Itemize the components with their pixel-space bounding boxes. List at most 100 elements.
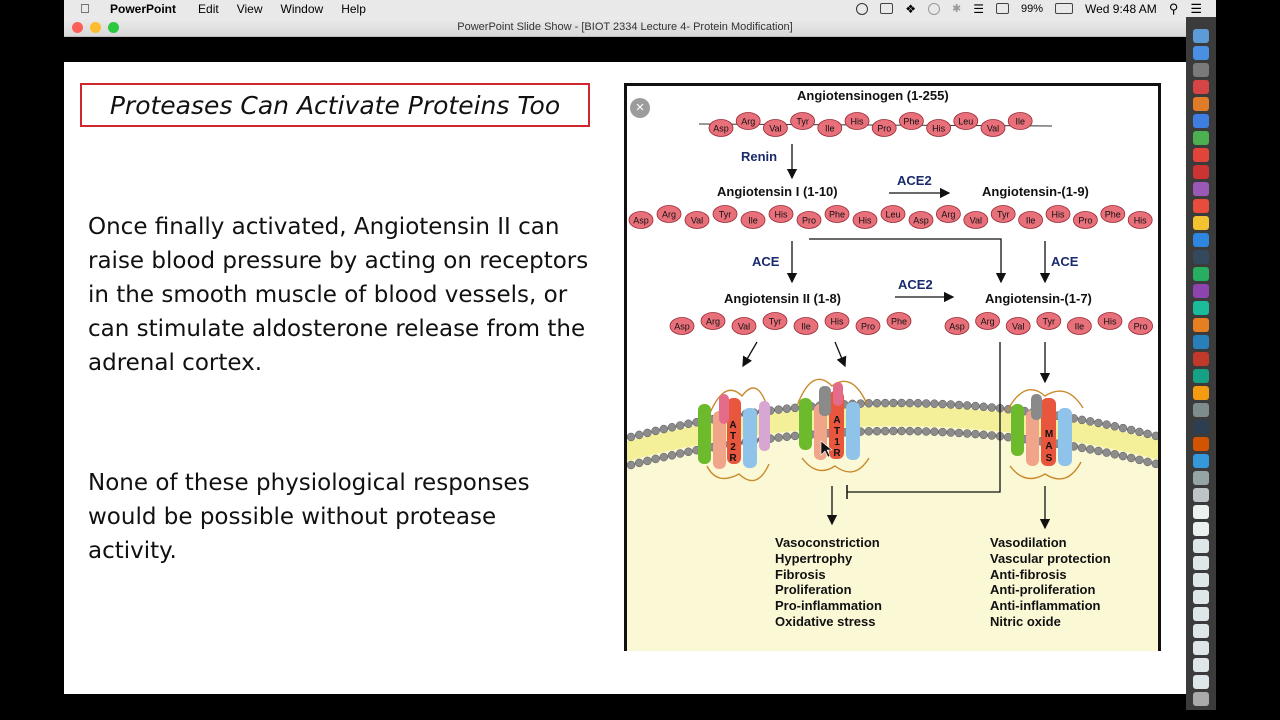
menu-window[interactable]: Window bbox=[281, 2, 324, 16]
residue-label: Pro bbox=[861, 322, 875, 332]
slide-paragraph-1: Once finally activated, Angiotensin II c… bbox=[88, 214, 589, 376]
dock-app-icon[interactable] bbox=[1193, 607, 1209, 621]
residue-label: Asp bbox=[949, 322, 965, 332]
lipid-head bbox=[659, 452, 669, 462]
dock-app-icon[interactable] bbox=[1193, 148, 1209, 162]
lipid-head bbox=[634, 458, 644, 468]
dock-app-icon[interactable] bbox=[1193, 165, 1209, 179]
menu-help[interactable]: Help bbox=[341, 2, 366, 16]
angiotensin17-label: Angiotensin-(1-7) bbox=[985, 291, 1092, 306]
dock-app-icon[interactable] bbox=[1193, 80, 1209, 94]
dock-app-icon[interactable] bbox=[1193, 284, 1209, 298]
angiotensinogen-label: Angiotensinogen (1-255) bbox=[797, 88, 949, 103]
dock-app-icon[interactable] bbox=[1193, 556, 1209, 570]
menu-view[interactable]: View bbox=[237, 2, 263, 16]
dock-app-icon[interactable] bbox=[1193, 131, 1209, 145]
lipid-head bbox=[1102, 448, 1111, 457]
dock-app-icon[interactable] bbox=[1193, 692, 1209, 706]
lipid-head bbox=[962, 429, 972, 438]
apple-menu-icon[interactable]:  bbox=[80, 1, 96, 16]
mas-letter-1: M bbox=[1045, 429, 1053, 440]
dock-app-icon[interactable] bbox=[1193, 403, 1209, 417]
battery-percent: 99% bbox=[1020, 2, 1043, 15]
lipid-head bbox=[651, 454, 660, 464]
residue-label: His bbox=[1134, 216, 1147, 226]
dock-app-icon[interactable] bbox=[1193, 454, 1209, 468]
minimize-window-button[interactable] bbox=[90, 22, 101, 33]
spotlight-icon[interactable]: ⚲ bbox=[1169, 1, 1179, 17]
airplay-icon[interactable] bbox=[995, 3, 1009, 14]
notification-center-icon[interactable]: ☰ bbox=[1190, 1, 1202, 17]
dock-app-icon[interactable] bbox=[1193, 199, 1209, 213]
dock-app-icon[interactable] bbox=[1193, 488, 1209, 502]
lipid-head bbox=[643, 428, 652, 438]
dock-app-icon[interactable] bbox=[1193, 437, 1209, 451]
lipid-head bbox=[1151, 431, 1158, 441]
lipid-head bbox=[971, 429, 980, 439]
dock-app-icon[interactable] bbox=[1193, 97, 1209, 111]
residue-label: His bbox=[859, 216, 872, 226]
zoom-window-button[interactable] bbox=[108, 22, 119, 33]
residue-label: Tyr bbox=[997, 210, 1010, 220]
dock-app-icon[interactable] bbox=[1193, 250, 1209, 264]
close-window-button[interactable] bbox=[72, 22, 83, 33]
at2r-letter-4: R bbox=[729, 453, 737, 464]
dropbox-icon[interactable]: ❖ bbox=[905, 2, 916, 16]
menu-app-name[interactable]: PowerPoint bbox=[110, 2, 176, 16]
dock-app-icon[interactable] bbox=[1193, 539, 1209, 553]
dock-app-icon[interactable] bbox=[1193, 590, 1209, 604]
dock-app-icon[interactable] bbox=[1193, 114, 1209, 128]
dock-app-icon[interactable] bbox=[1193, 46, 1209, 60]
dock-app-icon[interactable] bbox=[1193, 233, 1209, 247]
dock-app-icon[interactable] bbox=[1193, 369, 1209, 383]
time-machine-icon[interactable] bbox=[927, 2, 940, 15]
lipid-head bbox=[880, 398, 890, 408]
lipid-head bbox=[889, 398, 898, 408]
dock-app-icon[interactable] bbox=[1193, 301, 1209, 315]
dock-app-icon[interactable] bbox=[1193, 29, 1209, 43]
residue-label: Ile bbox=[1015, 117, 1025, 127]
dock-app-icon[interactable] bbox=[1193, 641, 1209, 655]
effect-right-2: Vascular protection bbox=[990, 551, 1111, 566]
dock-app-icon[interactable] bbox=[1193, 573, 1209, 587]
effect-left-2: Hypertrophy bbox=[775, 551, 853, 566]
close-icon[interactable]: × bbox=[630, 98, 650, 118]
dock-app-icon[interactable] bbox=[1193, 658, 1209, 672]
window-title-bar: PowerPoint Slide Show - [BIOT 2334 Lectu… bbox=[64, 17, 1186, 37]
dock-app-icon[interactable] bbox=[1193, 63, 1209, 77]
menu-bar:  PowerPoint Edit View Window Help ❖ ✱ ☰… bbox=[64, 0, 1216, 17]
mas-letter-2: A bbox=[1045, 441, 1052, 452]
mas-letter-3: S bbox=[1046, 453, 1053, 464]
dock-app-icon[interactable] bbox=[1193, 386, 1209, 400]
dock-app-icon[interactable] bbox=[1193, 505, 1209, 519]
menu-edit[interactable]: Edit bbox=[198, 2, 219, 16]
wifi-icon[interactable]: ☰ bbox=[973, 2, 984, 16]
at1r-letter-2: T bbox=[834, 426, 840, 437]
lipid-head bbox=[675, 449, 685, 458]
clock[interactable]: Wed 9:48 AM bbox=[1085, 2, 1157, 16]
slide[interactable]: Proteases Can Activate Proteins Too Once… bbox=[64, 62, 1186, 694]
dock-app-icon[interactable] bbox=[1193, 182, 1209, 196]
dock-app-icon[interactable] bbox=[1193, 420, 1209, 434]
screen-icon[interactable] bbox=[880, 3, 894, 14]
angiotensin1-label: Angiotensin I (1-10) bbox=[717, 184, 838, 199]
dock-app-icon[interactable] bbox=[1193, 675, 1209, 689]
bluetooth-icon[interactable]: ✱ bbox=[952, 2, 961, 15]
residue-label: Asp bbox=[713, 124, 729, 134]
residue-label: Arg bbox=[706, 317, 720, 327]
residue-label: Phe bbox=[891, 317, 907, 327]
dock-app-icon[interactable] bbox=[1193, 216, 1209, 230]
at1r-letter-3: 1 bbox=[834, 437, 840, 448]
dock-app-icon[interactable] bbox=[1193, 352, 1209, 366]
lipid-head bbox=[872, 426, 882, 436]
dock-app-icon[interactable] bbox=[1193, 335, 1209, 349]
ang2-to-at2r-arrow bbox=[742, 341, 758, 368]
record-icon[interactable] bbox=[856, 2, 869, 15]
dock-app-icon[interactable] bbox=[1193, 522, 1209, 536]
dock-app-icon[interactable] bbox=[1193, 471, 1209, 485]
dock-app-icon[interactable] bbox=[1193, 318, 1209, 332]
lipid-head bbox=[1118, 451, 1128, 461]
dock-app-icon[interactable] bbox=[1193, 267, 1209, 281]
dock-app-icon[interactable] bbox=[1193, 624, 1209, 638]
battery-icon[interactable] bbox=[1054, 3, 1073, 14]
